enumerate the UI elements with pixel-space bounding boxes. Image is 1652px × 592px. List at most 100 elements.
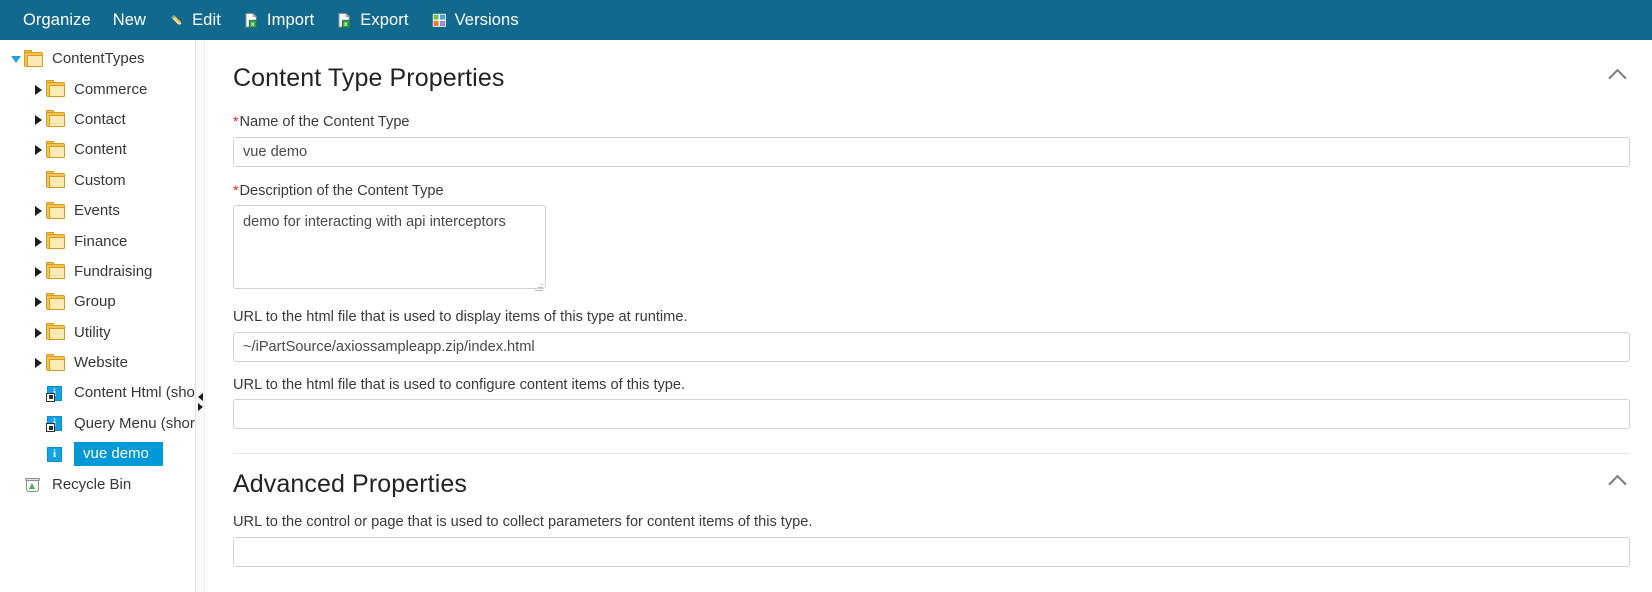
description-textarea[interactable] [233, 205, 546, 290]
toolbar-item-versions[interactable]: Versions [420, 0, 530, 40]
field-label: *Name of the Content Type [233, 114, 1630, 137]
toolbar-item-export[interactable]: x Export [325, 0, 419, 40]
recycle-bin-icon [24, 476, 44, 493]
tree-item[interactable]: Fundraising [0, 257, 195, 287]
tree-expand-arrow-icon[interactable] [30, 82, 46, 98]
form-field: *Name of the Content Type [205, 91, 1652, 167]
chevron-right-icon [197, 403, 203, 411]
tree-collapse-arrow-icon[interactable] [8, 51, 24, 67]
folder-icon [46, 140, 66, 159]
content-type-form: Content Type Properties *Name of the Cont… [205, 40, 1652, 592]
tree-item[interactable]: Content [0, 135, 195, 165]
sidebar-collapse-handle[interactable] [195, 382, 205, 422]
folder-icon [46, 262, 66, 280]
export-document-icon: x [336, 12, 353, 29]
text-input[interactable] [233, 331, 1630, 362]
toolbar-item-organize[interactable]: Organize [12, 0, 102, 40]
form-section: Content Type Properties *Name of the Cont… [205, 40, 1652, 430]
tree-item[interactable]: i Query Menu (shortcut) [0, 409, 195, 439]
folder-icon [46, 110, 66, 128]
content-types-tree: ContentTypes Commerce Contact Content Custom… [0, 40, 195, 500]
textarea-wrapper [233, 205, 546, 294]
section-header: Content Type Properties [205, 66, 1652, 91]
tree-item[interactable]: Finance [0, 226, 195, 256]
field-label: *Description of the Content Type [233, 183, 1630, 206]
tree-item[interactable]: Events [0, 196, 195, 226]
toolbar-item-new[interactable]: New [102, 0, 157, 40]
toolbar-item-label: New [112, 10, 147, 29]
field-label-text: URL to the html file that is used to dis… [233, 309, 688, 326]
tree-item-label: Content [74, 141, 127, 159]
toolbar-item-import[interactable]: x Import [232, 0, 325, 40]
tree-item-label: Commerce [74, 80, 148, 98]
application-window: Organize New Edit x Import x Export Vers… [0, 0, 1652, 592]
folder-icon [46, 171, 66, 189]
field-label: URL to the html file that is used to dis… [233, 310, 1630, 332]
folder-icon [46, 201, 66, 220]
form-field: *Description of the Content Type [205, 167, 1652, 295]
folder-icon [46, 323, 66, 341]
tree-item[interactable]: Custom [0, 166, 195, 196]
main-toolbar: Organize New Edit x Import x Export Vers… [0, 0, 1652, 40]
import-document-icon: x [243, 12, 260, 29]
tree-expand-arrow-icon[interactable] [30, 234, 46, 250]
tree-item[interactable]: Group [0, 287, 195, 317]
chevron-up-icon[interactable] [1604, 66, 1630, 87]
toolbar-item-edit[interactable]: Edit [157, 0, 232, 40]
tree-item[interactable]: Contact [0, 105, 195, 135]
sidebar-divider [195, 40, 196, 592]
tree-item-label: Contact [74, 110, 126, 128]
field-label: URL to the html file that is used to con… [233, 376, 1630, 400]
required-asterisk: * [233, 113, 239, 129]
svg-text:x: x [251, 21, 255, 28]
tree-twisty-placeholder [30, 385, 46, 401]
field-label-text: URL to the html file that is used to con… [233, 376, 686, 393]
content-types-tree-panel: ContentTypes Commerce Contact Content Custom… [0, 40, 195, 592]
tree-item-label: Utility [74, 323, 111, 341]
tree-item[interactable]: ContentTypes [0, 44, 195, 74]
tree-item-label: Fundraising [74, 262, 153, 280]
section-header: Advanced Properties [205, 472, 1652, 497]
tree-item[interactable]: Commerce [0, 74, 195, 104]
tree-item-label: Custom [74, 171, 126, 189]
field-label-text: URL to the control or page that is used … [233, 514, 813, 531]
tree-twisty-placeholder [8, 477, 24, 493]
tree-expand-arrow-icon[interactable] [30, 355, 46, 371]
toolbar-item-label: Edit [192, 10, 221, 29]
text-input[interactable] [233, 399, 1630, 430]
tree-expand-arrow-icon[interactable] [30, 203, 46, 219]
tree-item[interactable]: Recycle Bin [0, 469, 195, 499]
field-label-text: Description of the Content Type [239, 182, 444, 199]
sidebar-splitter[interactable] [196, 40, 204, 592]
text-input[interactable] [233, 536, 1630, 567]
tree-expand-arrow-icon[interactable] [30, 112, 46, 128]
tree-expand-arrow-icon[interactable] [30, 294, 46, 310]
tree-expand-arrow-icon[interactable] [30, 325, 46, 341]
tree-item[interactable]: Website [0, 348, 195, 378]
form-field: URL to the control or page that is used … [205, 497, 1652, 567]
pencil-icon [168, 12, 185, 29]
required-asterisk: * [233, 181, 239, 198]
tree-expand-arrow-icon[interactable] [30, 142, 46, 158]
tree-twisty-placeholder [30, 173, 46, 189]
tree-item[interactable]: i Content Html (shortcut) [0, 378, 195, 408]
versions-grid-icon [431, 12, 448, 29]
section-title: Content Type Properties [233, 64, 505, 92]
folder-icon [24, 49, 44, 68]
content-item-icon: i [46, 446, 66, 463]
tree-expand-arrow-icon[interactable] [30, 264, 46, 280]
tree-item-label: Group [74, 293, 116, 311]
folder-icon [46, 353, 66, 372]
tree-item[interactable]: Utility [0, 318, 195, 348]
tree-item-label: Content Html (shortcut) [74, 384, 195, 402]
folder-icon [46, 292, 66, 311]
section-title: Advanced Properties [233, 470, 467, 499]
chevron-left-icon [197, 393, 203, 401]
chevron-up-icon[interactable] [1604, 472, 1630, 493]
form-section: Advanced Properties URL to the control or… [205, 454, 1652, 567]
tree-item-label: Finance [74, 232, 128, 250]
folder-icon [46, 80, 66, 98]
tree-item[interactable]: i vue demo [0, 439, 195, 469]
text-input[interactable] [233, 136, 1630, 167]
content-item-shortcut-icon: i [46, 415, 66, 433]
